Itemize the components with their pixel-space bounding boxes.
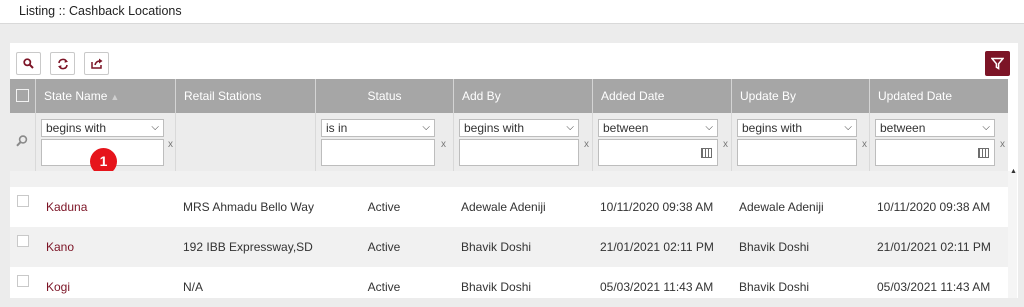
filter-cell-status: is in ⌵ x xyxy=(315,113,453,171)
clear-filter-icon[interactable]: x xyxy=(584,139,589,150)
clear-filter-icon[interactable]: x xyxy=(1000,139,1005,150)
title-bar: Listing :: Cashback Locations xyxy=(0,0,1024,24)
chevron-down-icon: ⌵ xyxy=(705,122,713,133)
status-filter-input[interactable] xyxy=(321,139,435,166)
table-row[interactable]: Kaduna MRS Ahmadu Bello Way Active Adewa… xyxy=(10,187,1008,227)
status-cell: Active xyxy=(367,280,401,294)
calendar-icon[interactable] xyxy=(701,148,712,158)
column-header-add-by[interactable]: Add By xyxy=(453,79,592,113)
export-button[interactable] xyxy=(84,52,109,75)
search-icon xyxy=(16,135,28,147)
added-date-cell: 10/11/2020 09:38 AM xyxy=(600,200,714,214)
state-name-cell[interactable]: Kaduna xyxy=(38,187,175,227)
retail-stations-cell: MRS Ahmadu Bello Way xyxy=(183,200,314,214)
add-by-filter-input[interactable] xyxy=(459,139,579,166)
updated-date-cell: 05/03/2021 11:43 AM xyxy=(877,280,991,294)
operator-select[interactable]: begins with ⌵ xyxy=(737,119,857,137)
update-by-filter-input[interactable] xyxy=(737,139,857,166)
vertical-scrollbar[interactable] xyxy=(1008,171,1017,298)
column-header-updated-date[interactable]: Updated Date xyxy=(869,79,1008,113)
scroll-up-icon[interactable]: ▲ xyxy=(1010,168,1017,175)
filter-toggle-button[interactable] xyxy=(985,51,1010,76)
calendar-icon[interactable] xyxy=(978,148,989,158)
state-name-cell[interactable]: Kano xyxy=(38,227,175,267)
add-by-cell: Adewale Adeniji xyxy=(461,200,546,214)
row-checkbox[interactable] xyxy=(17,195,29,207)
operator-select[interactable]: begins with ⌵ xyxy=(459,119,579,137)
page-title: Listing :: Cashback Locations xyxy=(19,4,182,18)
table-header: State Name ▲ Retail Stations Status Add B… xyxy=(10,79,1008,113)
filter-cell-update-by: begins with ⌵ x xyxy=(731,113,869,171)
row-checkbox[interactable] xyxy=(17,275,29,287)
clear-filter-icon[interactable]: x xyxy=(723,139,728,150)
table-row[interactable]: Kogi N/A Active Bhavik Doshi 05/03/2021 … xyxy=(10,267,1008,298)
filter-cell-retail-stations xyxy=(175,113,315,171)
chevron-down-icon: ⌵ xyxy=(151,122,159,133)
status-cell: Active xyxy=(367,240,401,254)
table-row[interactable]: Kano 192 IBB Expressway,SD ... Active Bh… xyxy=(10,227,1008,267)
listing-panel: State Name ▲ Retail Stations Status Add B… xyxy=(10,43,1018,298)
column-header-added-date[interactable]: Added Date xyxy=(592,79,731,113)
updated-date-cell: 10/11/2020 09:38 AM xyxy=(877,200,991,214)
column-header-status[interactable]: Status xyxy=(315,79,453,113)
operator-select[interactable]: between ⌵ xyxy=(875,119,995,137)
clear-filter-icon[interactable]: x xyxy=(862,139,867,150)
operator-select[interactable]: begins with ⌵ xyxy=(41,119,164,137)
refresh-button[interactable] xyxy=(50,52,75,75)
chevron-down-icon: ⌵ xyxy=(422,122,430,133)
added-date-cell: 05/03/2021 11:43 AM xyxy=(600,280,714,294)
column-header-update-by[interactable]: Update By xyxy=(731,79,869,113)
export-icon xyxy=(90,58,102,69)
add-by-cell: Bhavik Doshi xyxy=(461,280,532,294)
updated-date-filter-input[interactable] xyxy=(875,139,995,166)
row-checkbox[interactable] xyxy=(17,235,29,247)
updated-date-cell: 21/01/2021 02:11 PM xyxy=(877,240,991,254)
operator-select[interactable]: is in ⌵ xyxy=(321,119,435,137)
update-by-cell: Adewale Adeniji xyxy=(739,200,824,214)
added-date-cell: 21/01/2021 02:11 PM xyxy=(600,240,714,254)
update-by-cell: Bhavik Doshi xyxy=(739,240,810,254)
update-by-cell: Bhavik Doshi xyxy=(739,280,810,294)
filter-cell-add-by: begins with ⌵ x xyxy=(453,113,592,171)
retail-stations-cell: 192 IBB Expressway,SD ... xyxy=(183,240,315,254)
add-by-cell: Bhavik Doshi xyxy=(461,240,532,254)
filter-row: begins with ⌵ x is in ⌵ x begins with ⌵ x b… xyxy=(10,113,1008,171)
retail-stations-cell: N/A xyxy=(183,280,204,294)
filter-icon xyxy=(991,57,1004,70)
refresh-icon xyxy=(57,58,68,69)
clear-filter-icon[interactable]: x xyxy=(441,139,446,150)
sort-icon: ▲ xyxy=(110,92,120,102)
search-icon xyxy=(23,58,34,69)
chevron-down-icon: ⌵ xyxy=(982,122,990,133)
state-name-cell[interactable]: Kogi xyxy=(38,267,175,307)
column-header-state-name[interactable]: State Name ▲ xyxy=(35,79,175,113)
added-date-filter-input[interactable] xyxy=(598,139,718,166)
filter-cell-added-date: between ⌵ x xyxy=(592,113,731,171)
column-header-retail-stations[interactable]: Retail Stations xyxy=(175,79,315,113)
chevron-down-icon: ⌵ xyxy=(566,122,574,133)
clear-filter-icon[interactable]: x xyxy=(168,139,173,150)
filter-cell-updated-date: between ⌵ x xyxy=(869,113,1008,171)
status-cell: Active xyxy=(367,200,401,214)
chevron-down-icon: ⌵ xyxy=(844,122,852,133)
operator-select[interactable]: between ⌵ xyxy=(598,119,718,137)
search-button[interactable] xyxy=(16,52,41,75)
table-spacer xyxy=(10,171,1008,187)
select-all-checkbox[interactable] xyxy=(16,89,29,102)
